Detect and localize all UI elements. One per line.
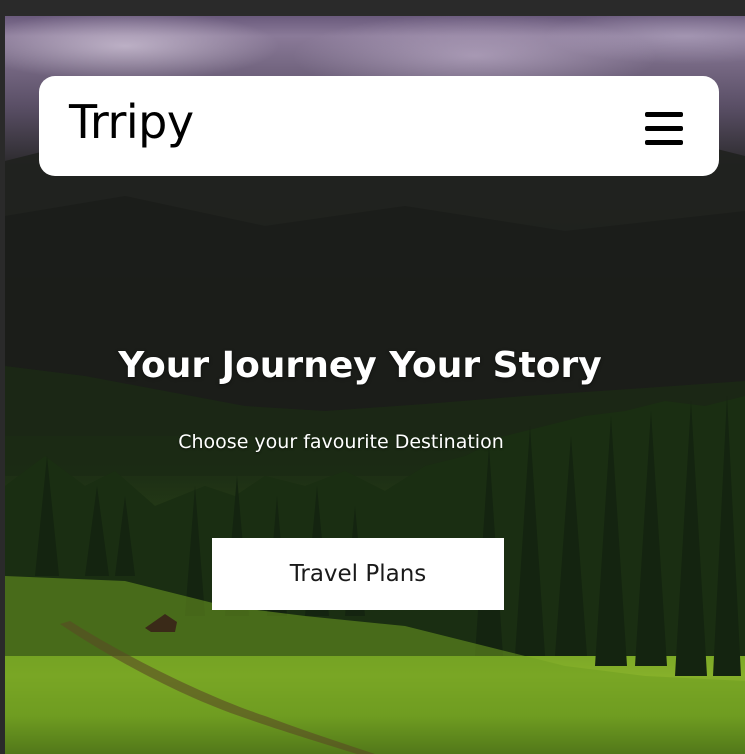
top-navbar: Trripy (39, 76, 719, 176)
hero-section: Trripy Your Journey Your Story Choose yo… (5, 16, 745, 754)
travel-plans-button[interactable]: Travel Plans (212, 538, 504, 610)
app-window: Trripy Your Journey Your Story Choose yo… (0, 0, 745, 754)
hamburger-menu-icon[interactable] (645, 112, 683, 146)
hero-headline: Your Journey Your Story (118, 345, 602, 386)
brand-logo-text[interactable]: Trripy (69, 94, 194, 150)
hero-subheadline: Choose your favourite Destination (178, 431, 504, 453)
